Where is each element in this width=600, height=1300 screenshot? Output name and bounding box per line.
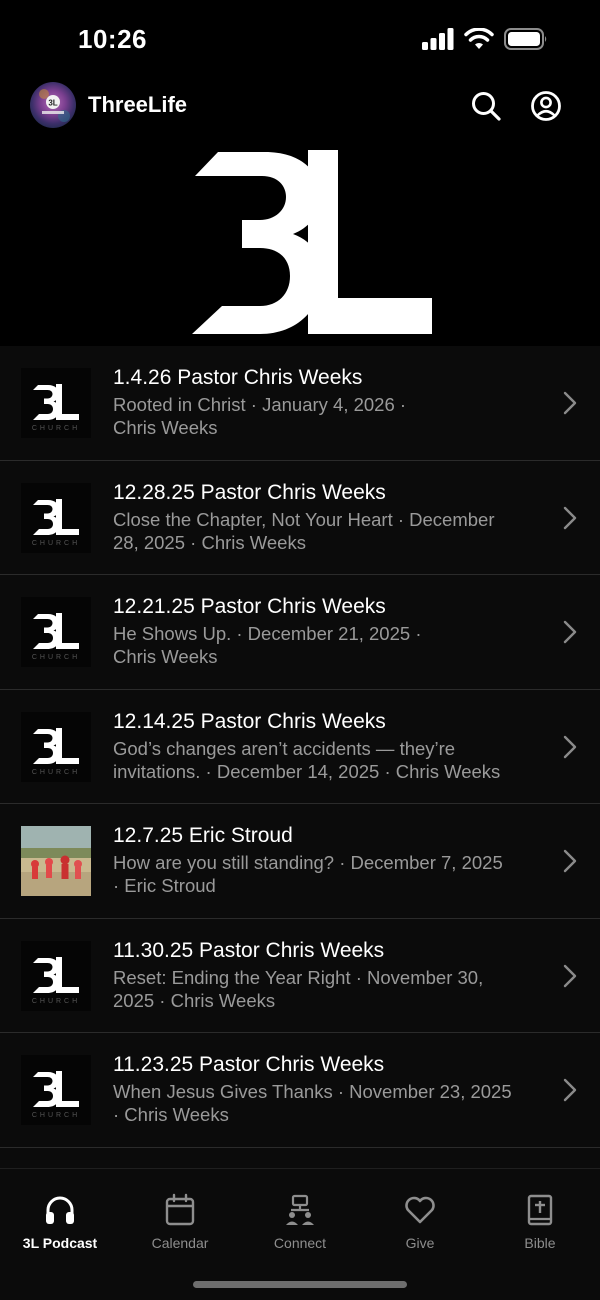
church-avatar[interactable]: 3L	[30, 82, 76, 128]
episode-description: He Shows Up. · December 21, 2025 ·	[113, 623, 422, 644]
episode-description: Rooted in Christ · January 4, 2026 ·	[113, 394, 407, 415]
status-time: 10:26	[78, 24, 147, 54]
calendar-icon	[165, 1193, 195, 1226]
tab-label: Calendar	[151, 1235, 209, 1251]
tab-calendar[interactable]: Calendar	[120, 1193, 240, 1251]
episode-meta: Chris Weeks	[113, 417, 218, 438]
bible-icon	[527, 1194, 553, 1226]
episode-row[interactable]: CHURCH 11.23.25 Pastor Chris Weeks When Je…	[0, 1033, 600, 1148]
connect-icon	[286, 1194, 314, 1225]
episode-row[interactable]: CHURCH 1.4.26 Pastor Chris Weeks Rooted in…	[0, 346, 600, 461]
episode-text: 12.21.25 Pastor Chris Weeks He Shows Up. …	[113, 593, 543, 668]
episode-thumbnail: CHURCH	[21, 940, 91, 1011]
svg-text:CHURCH: CHURCH	[32, 540, 80, 547]
episode-title: 11.23.25 Pastor Chris Weeks	[113, 1053, 385, 1076]
hero-banner	[0, 138, 600, 346]
episode-row[interactable]: 12.7.25 Eric Stroud How are you still sta…	[0, 804, 600, 919]
episode-thumbnail: CHURCH	[21, 1055, 91, 1125]
cellular-signal-icon	[422, 28, 454, 50]
chevron-right-icon	[563, 391, 577, 415]
chevron-right-icon	[563, 506, 577, 529]
episode-description: Reset: Ending the Year Right · November …	[113, 966, 484, 988]
episode-row[interactable]: CHURCH 12.28.25 Pastor Chris Weeks Close t…	[0, 460, 600, 575]
home-indicator[interactable]	[193, 1281, 407, 1288]
episode-row[interactable]: CHURCH 12.14.25 Pastor Chris Weeks God’s c…	[0, 689, 600, 804]
svg-text:CHURCH: CHURCH	[32, 425, 80, 432]
svg-text:CHURCH: CHURCH	[32, 998, 80, 1005]
chevron-right-icon	[563, 964, 577, 987]
svg-text:3L: 3L	[48, 99, 57, 108]
chevron-right-icon	[563, 620, 577, 644]
battery-icon	[504, 28, 547, 50]
chevron-right-icon	[563, 1078, 577, 1102]
svg-text:CHURCH: CHURCH	[32, 1112, 80, 1119]
episode-thumbnail: CHURCH	[21, 368, 91, 438]
episode-text: 1.4.26 Pastor Chris Weeks Rooted in Chris…	[113, 364, 543, 439]
episode-description: When Jesus Gives Thanks · November 23, 2…	[113, 1081, 512, 1102]
search-icon	[472, 92, 501, 121]
episode-title: 12.14.25 Pastor Chris Weeks	[113, 709, 386, 733]
episode-text: 12.7.25 Eric Stroud How are you still sta…	[113, 822, 543, 897]
tab-bible[interactable]: Bible	[480, 1193, 600, 1251]
episode-thumbnail: CHURCH	[21, 597, 91, 667]
svg-text:CHURCH: CHURCH	[32, 654, 80, 661]
chevron-right-icon	[563, 849, 577, 873]
episode-title: 12.21.25 Pastor Chris Weeks	[113, 595, 386, 618]
tab-label: Bible	[524, 1235, 556, 1251]
status-icons	[422, 28, 548, 50]
episode-description: God’s changes aren’t accidents — they’re	[113, 737, 456, 759]
tab-give[interactable]: Give	[360, 1193, 480, 1251]
tab-connect[interactable]: Connect	[240, 1193, 360, 1251]
search-button[interactable]	[470, 90, 502, 122]
wifi-icon	[464, 28, 494, 49]
episode-text: 12.14.25 Pastor Chris Weeks God’s changes…	[113, 708, 543, 783]
episode-meta: invitations. · December 14, 2025 · Chris…	[113, 760, 501, 782]
heart-icon	[405, 1196, 435, 1224]
episode-row[interactable]: CHURCH 12.21.25 Pastor Chris Weeks He Show…	[0, 575, 600, 690]
episode-title: 12.28.25 Pastor Chris Weeks	[113, 480, 386, 504]
episode-thumbnail	[21, 826, 91, 896]
episode-list: CHURCH 1.4.26 Pastor Chris Weeks Rooted in…	[0, 346, 600, 1168]
status-bar: 10:26	[0, 0, 600, 80]
episode-description: How are you still standing? · December 7…	[113, 852, 503, 873]
episode-meta: · Eric Stroud	[113, 875, 216, 896]
episode-row[interactable]: CHURCH 11.30.25 Pastor Chris Weeks Reset: …	[0, 918, 600, 1033]
tab-label: Give	[405, 1235, 435, 1251]
tab-bar: 3L Podcast Calendar Connect Give Bible	[0, 1168, 600, 1300]
episode-row[interactable]: CHURCH11.16.25 Pastor Chris Weeks	[0, 1147, 600, 1168]
episode-description: Close the Chapter, Not Your Heart · Dece…	[113, 508, 495, 530]
svg-text:CHURCH: CHURCH	[32, 769, 80, 776]
episode-text: 12.28.25 Pastor Chris Weeks Close the Cha…	[113, 479, 543, 554]
tab-label: 3L Podcast	[22, 1235, 98, 1251]
3l-logo	[192, 150, 432, 334]
episode-meta: 2025 · Chris Weeks	[113, 989, 276, 1011]
tab-3l-podcast[interactable]: 3L Podcast	[0, 1193, 120, 1251]
profile-icon	[531, 91, 561, 121]
episode-meta: · Chris Weeks	[113, 1104, 229, 1125]
episode-title: 11.30.25 Pastor Chris Weeks	[113, 938, 385, 962]
chevron-right-icon	[563, 735, 577, 758]
app-title: ThreeLife	[88, 92, 188, 117]
episode-text: 11.23.25 Pastor Chris Weeks When Jesus Gi…	[113, 1051, 543, 1126]
headphones-icon	[46, 1196, 74, 1224]
tab-label: Connect	[273, 1235, 327, 1251]
episode-text: 11.30.25 Pastor Chris Weeks Reset: Ending…	[113, 937, 543, 1012]
profile-button[interactable]	[530, 90, 562, 122]
episode-title: 1.4.26 Pastor Chris Weeks	[113, 366, 363, 389]
app-header: 3L ThreeLife	[0, 80, 600, 132]
episode-thumbnail: CHURCH	[21, 711, 91, 782]
episode-meta: 28, 2025 · Chris Weeks	[113, 531, 306, 553]
episode-title: 12.7.25 Eric Stroud	[113, 824, 293, 847]
episode-thumbnail: CHURCH	[21, 482, 91, 553]
episode-meta: Chris Weeks	[113, 646, 218, 667]
